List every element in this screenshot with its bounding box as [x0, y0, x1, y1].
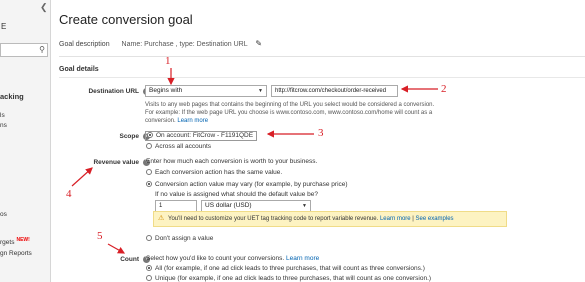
revenue-option-vary-label: Conversion action value may vary (for ex… [155, 181, 348, 188]
warning-text: You'll need to customize your UET tag tr… [168, 216, 379, 222]
sidebar-search-input[interactable]: ⚲ [0, 43, 48, 57]
pencil-icon[interactable]: ✎ [255, 39, 262, 48]
scope-option-all-label: Across all accounts [155, 143, 211, 150]
see-examples-link[interactable]: See examples [416, 216, 454, 222]
warning-learn-more-link[interactable]: Learn more [380, 216, 411, 222]
goal-description-value: Name: Purchase , type: Destination URL [121, 41, 248, 48]
revenue-value-label: Revenue value [93, 159, 139, 166]
divider [59, 77, 585, 78]
radio-selected-icon[interactable] [146, 265, 152, 271]
sidebar-item-label: rgets [0, 239, 15, 247]
revenue-option-same-label: Each conversion action has the same valu… [155, 169, 283, 176]
radio-selected-icon[interactable] [147, 132, 153, 138]
revenue-intro: Enter how much each conversion is worth … [146, 158, 318, 165]
sidebar-item-design-reports[interactable]: gn Reports [0, 250, 32, 257]
count-option-all-label: All (for example, if one ad click leads … [155, 265, 425, 272]
new-badge: NEW! [16, 237, 30, 243]
annotation-number-3: 3 [318, 127, 324, 139]
learn-more-link[interactable]: Learn more [177, 118, 208, 124]
annotation-number-1: 1 [165, 55, 171, 67]
scope-label: Scope [119, 133, 139, 140]
radio-icon[interactable] [146, 143, 152, 149]
count-option-all[interactable]: All (for example, if one ad click leads … [146, 265, 425, 272]
annotation-number-4: 4 [66, 188, 72, 200]
count-option-unique[interactable]: Unique (for example, if one ad click lea… [146, 275, 431, 282]
search-icon[interactable]: ⚲ [39, 45, 45, 54]
revenue-option-vary[interactable]: Conversion action value may vary (for ex… [146, 181, 348, 188]
warning-banner: ⚠ You'll need to customize your UET tag … [153, 211, 507, 227]
hint-line-2: For example: If the web page URL you cho… [145, 110, 433, 116]
sidebar-item-1[interactable]: ls [0, 112, 5, 119]
scope-option-account[interactable]: On account: FitCrow - F1191QDE [145, 131, 258, 141]
section-title: Goal details [59, 66, 99, 73]
destination-url-input[interactable]: http://fitcrow.com/checkout/order-receiv… [271, 85, 398, 97]
page-title: Create conversion goal [59, 12, 193, 27]
left-sidebar: ❮ E ⚲ acking ls ns os rgets NEW! gn Repor… [0, 0, 51, 282]
sidebar-item-2[interactable]: ns [0, 122, 7, 129]
radio-icon[interactable] [146, 275, 152, 281]
match-type-value: Begins with [149, 87, 183, 94]
sidebar-header-letter: E [1, 22, 7, 31]
scope-option-account-label: On account: FitCrow - F1191QDE [156, 132, 254, 139]
main-content: Create conversion goal Goal description … [51, 0, 585, 282]
chevron-down-icon: ▼ [302, 203, 307, 209]
currency-value: US dollar (USD) [205, 202, 252, 209]
annotation-number-5: 5 [97, 230, 103, 242]
match-type-select[interactable]: Begins with ▼ [145, 85, 267, 97]
chevron-down-icon: ▼ [258, 88, 263, 94]
annotation-number-2: 2 [441, 83, 447, 95]
sidebar-item-targets[interactable]: rgets NEW! [0, 237, 30, 246]
scope-option-all[interactable]: Across all accounts [146, 143, 211, 150]
count-intro-text: Select how you'd like to count your conv… [146, 255, 285, 262]
hint-line-1: Visits to any web pages that contains th… [145, 102, 435, 108]
goal-description-label: Goal description [59, 41, 110, 48]
radio-icon[interactable] [146, 235, 152, 241]
count-learn-more-link[interactable]: Learn more [286, 255, 319, 262]
sidebar-item-3[interactable]: os [0, 211, 7, 218]
revenue-option-same[interactable]: Each conversion action has the same valu… [146, 169, 282, 176]
hint-line-3-text: conversion. [145, 118, 176, 124]
revenue-option-none-label: Don't assign a value [155, 235, 214, 242]
destination-url-hint: Visits to any web pages that contains th… [145, 101, 585, 125]
radio-selected-icon[interactable] [146, 181, 152, 187]
warning-icon: ⚠ [158, 215, 165, 222]
count-intro: Select how you'd like to count your conv… [146, 255, 319, 262]
radio-icon[interactable] [146, 169, 152, 175]
default-value-prompt: If no value is assigned what should the … [155, 191, 318, 198]
sidebar-item-tracking[interactable]: acking [0, 92, 24, 101]
collapse-sidebar-icon[interactable]: ❮ [40, 2, 48, 13]
goal-description-row: Goal description Name: Purchase , type: … [59, 39, 585, 57]
hint-line-3: conversion. Learn more [145, 117, 585, 125]
count-option-unique-label: Unique (for example, if one ad click lea… [155, 275, 432, 282]
revenue-option-none[interactable]: Don't assign a value [146, 235, 213, 242]
count-label: Count [120, 256, 139, 263]
destination-url-label: Destination URL [88, 88, 139, 95]
